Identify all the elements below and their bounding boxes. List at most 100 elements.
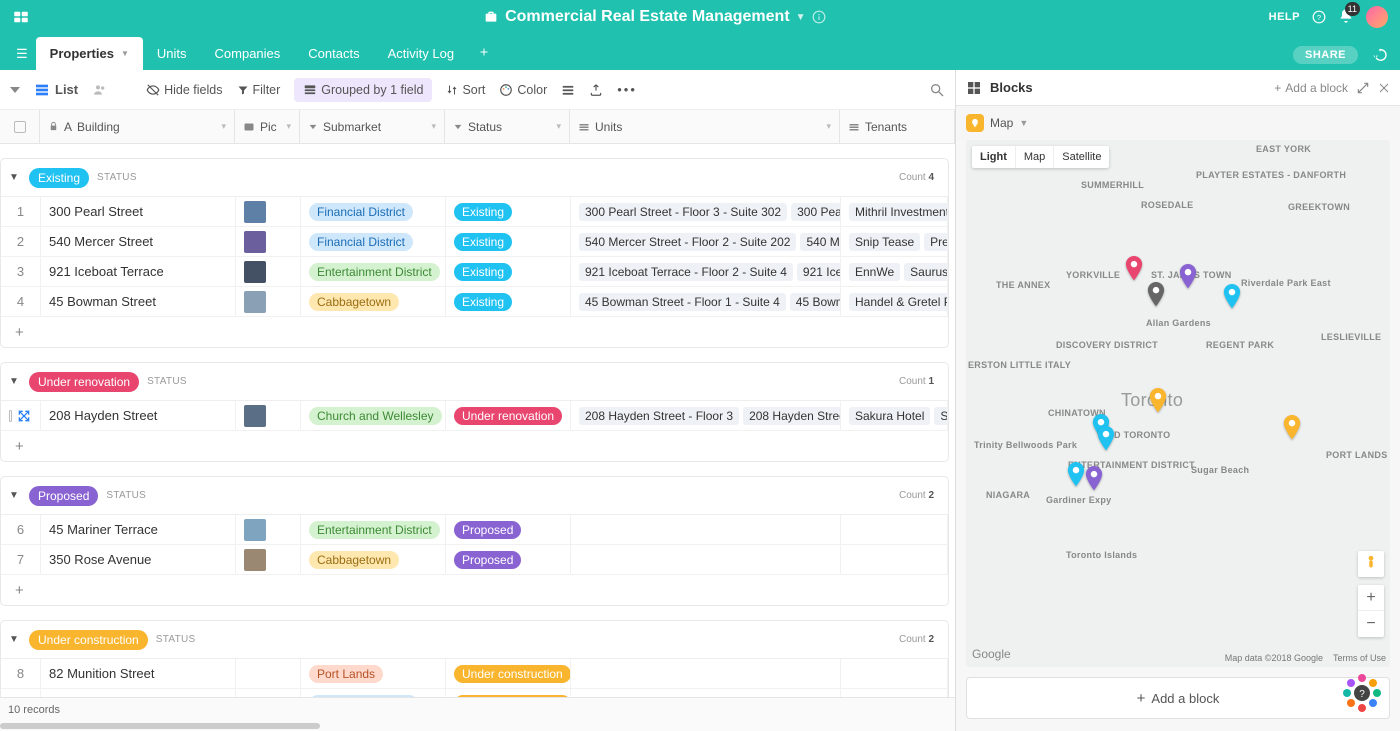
map-pin[interactable] <box>1222 284 1242 310</box>
collaborators-icon[interactable] <box>92 82 108 98</box>
intercom-launcher[interactable]: ? <box>1338 669 1386 717</box>
column-submarket[interactable]: Submarket▾ <box>300 110 445 143</box>
horizontal-scrollbar[interactable] <box>0 721 955 731</box>
pegman-icon[interactable] <box>1358 551 1384 577</box>
cell-tenants[interactable]: Handel & Gretel P <box>841 287 948 316</box>
tab-contacts[interactable]: Contacts <box>294 37 373 70</box>
cell-pic[interactable] <box>236 689 301 697</box>
cell-units[interactable] <box>571 689 841 697</box>
cell-submarket[interactable]: Entertainment District <box>301 257 446 286</box>
map-pin[interactable] <box>1096 426 1116 452</box>
map-pin[interactable] <box>1084 466 1104 492</box>
cell-submarket[interactable]: Church and Wellesley <box>301 401 446 430</box>
cell-units[interactable] <box>571 545 841 574</box>
cell-pic[interactable] <box>236 401 301 430</box>
cell-building[interactable]: 921 Iceboat Terrace <box>41 257 236 286</box>
cell-tenants[interactable]: Snip TeasePress <box>841 227 948 256</box>
cell-pic[interactable] <box>236 545 301 574</box>
help-icon[interactable]: ? <box>1312 10 1326 24</box>
expand-icon[interactable] <box>1356 81 1370 95</box>
cell-pic[interactable] <box>236 659 301 688</box>
map-zoom-control[interactable]: +− <box>1358 585 1384 637</box>
cell-submarket[interactable]: Cabbagetown <box>301 545 446 574</box>
cell-status[interactable]: Existing <box>446 287 571 316</box>
tab-activity-log[interactable]: Activity Log <box>374 37 468 70</box>
cell-pic[interactable] <box>236 197 301 226</box>
cell-pic[interactable] <box>236 227 301 256</box>
column-status[interactable]: Status▾ <box>445 110 570 143</box>
views-sidebar-toggle[interactable] <box>10 85 20 95</box>
map-pin[interactable] <box>1148 388 1168 414</box>
add-table-button[interactable] <box>468 37 500 70</box>
table-row[interactable]: 1300 Pearl StreetFinancial DistrictExist… <box>1 197 948 227</box>
collapse-icon[interactable]: ▼ <box>7 376 21 387</box>
tab-properties[interactable]: Properties▼ <box>36 37 143 70</box>
cell-units[interactable] <box>571 515 841 544</box>
cell-tenants[interactable] <box>841 659 948 688</box>
cell-units[interactable]: 921 Iceboat Terrace - Floor 2 - Suite 49… <box>571 257 841 286</box>
avatar[interactable] <box>1366 6 1388 28</box>
map-block[interactable]: Light Map Satellite +− Google Map data ©… <box>966 140 1390 667</box>
table-row[interactable]: 925 Ching LaneDowntown YongeUnder constr… <box>1 689 948 697</box>
help-link[interactable]: HELP <box>1269 11 1300 23</box>
cell-submarket[interactable]: Cabbagetown <box>301 287 446 316</box>
group-button[interactable]: Grouped by 1 field <box>294 78 432 102</box>
map-pin[interactable] <box>1146 282 1166 308</box>
cell-submarket[interactable]: Financial District <box>301 197 446 226</box>
collapse-icon[interactable]: ▼ <box>7 172 21 183</box>
map-pin[interactable] <box>1066 462 1086 488</box>
column-units[interactable]: Units▾ <box>570 110 840 143</box>
table-row[interactable]: 882 Munition StreetPort LandsUnder const… <box>1 659 948 689</box>
header-checkbox[interactable] <box>0 110 40 143</box>
view-switcher[interactable]: List <box>34 82 78 98</box>
cell-tenants[interactable] <box>841 515 948 544</box>
cell-submarket[interactable]: Entertainment District <box>301 515 446 544</box>
more-icon[interactable]: ••• <box>617 82 637 97</box>
cell-building[interactable]: 350 Rose Avenue <box>41 545 236 574</box>
tables-menu-icon[interactable]: ☰ <box>8 46 36 70</box>
group-header[interactable]: ▼Under constructionSTATUSCount 2 <box>1 621 948 659</box>
search-icon[interactable] <box>929 82 945 98</box>
cell-status[interactable]: Proposed <box>446 545 571 574</box>
history-icon[interactable] <box>1372 47 1388 63</box>
cell-units[interactable]: 208 Hayden Street - Floor 3208 Hayden St… <box>571 401 841 430</box>
cell-tenants[interactable]: Sakura HotelSai <box>841 401 948 430</box>
cell-status[interactable]: Under renovation <box>446 401 571 430</box>
row-height-icon[interactable] <box>561 83 575 97</box>
collapse-icon[interactable]: ▼ <box>7 634 21 645</box>
add-row-button[interactable]: + <box>1 575 948 605</box>
table-row[interactable]: 2540 Mercer StreetFinancial DistrictExis… <box>1 227 948 257</box>
cell-tenants[interactable] <box>841 689 948 697</box>
cell-units[interactable]: 540 Mercer Street - Floor 2 - Suite 2025… <box>571 227 841 256</box>
scroll-thumb[interactable] <box>0 723 320 729</box>
cell-building[interactable]: 300 Pearl Street <box>41 197 236 226</box>
notifications-button[interactable]: 11 <box>1338 8 1354 27</box>
base-title[interactable]: Commercial Real Estate Management ▼ <box>40 8 1269 26</box>
add-row-button[interactable]: + <box>1 431 948 461</box>
share-view-icon[interactable] <box>589 83 603 97</box>
hide-fields-button[interactable]: Hide fields <box>146 83 222 97</box>
info-icon[interactable] <box>812 10 826 24</box>
collapse-icon[interactable]: ▼ <box>7 490 21 501</box>
filter-button[interactable]: Filter <box>237 83 281 97</box>
group-header[interactable]: ▼ProposedSTATUSCount 2 <box>1 477 948 515</box>
cell-building[interactable]: 25 Ching Lane <box>41 689 236 697</box>
table-row[interactable]: 7350 Rose AvenueCabbagetownProposed <box>1 545 948 575</box>
cell-submarket[interactable]: Downtown Yonge <box>301 689 446 697</box>
cell-status[interactable]: Under construction <box>446 689 571 697</box>
table-row[interactable]: 3921 Iceboat TerraceEntertainment Distri… <box>1 257 948 287</box>
column-building[interactable]: ABuilding▾ <box>40 110 235 143</box>
table-row[interactable]: 208 Hayden Street Church and WellesleyUnd… <box>1 401 948 431</box>
cell-tenants[interactable] <box>841 545 948 574</box>
map-pin[interactable] <box>1178 264 1198 290</box>
cell-building[interactable]: 208 Hayden Street <box>41 401 236 430</box>
sort-button[interactable]: Sort <box>446 83 485 97</box>
cell-submarket[interactable]: Port Lands <box>301 659 446 688</box>
cell-units[interactable]: 300 Pearl Street - Floor 3 - Suite 30230… <box>571 197 841 226</box>
cell-building[interactable]: 540 Mercer Street <box>41 227 236 256</box>
close-icon[interactable] <box>1378 82 1390 94</box>
tab-units[interactable]: Units <box>143 37 201 70</box>
table-row[interactable]: 645 Mariner TerraceEntertainment Distric… <box>1 515 948 545</box>
color-button[interactable]: Color <box>499 83 547 97</box>
cell-status[interactable]: Existing <box>446 227 571 256</box>
